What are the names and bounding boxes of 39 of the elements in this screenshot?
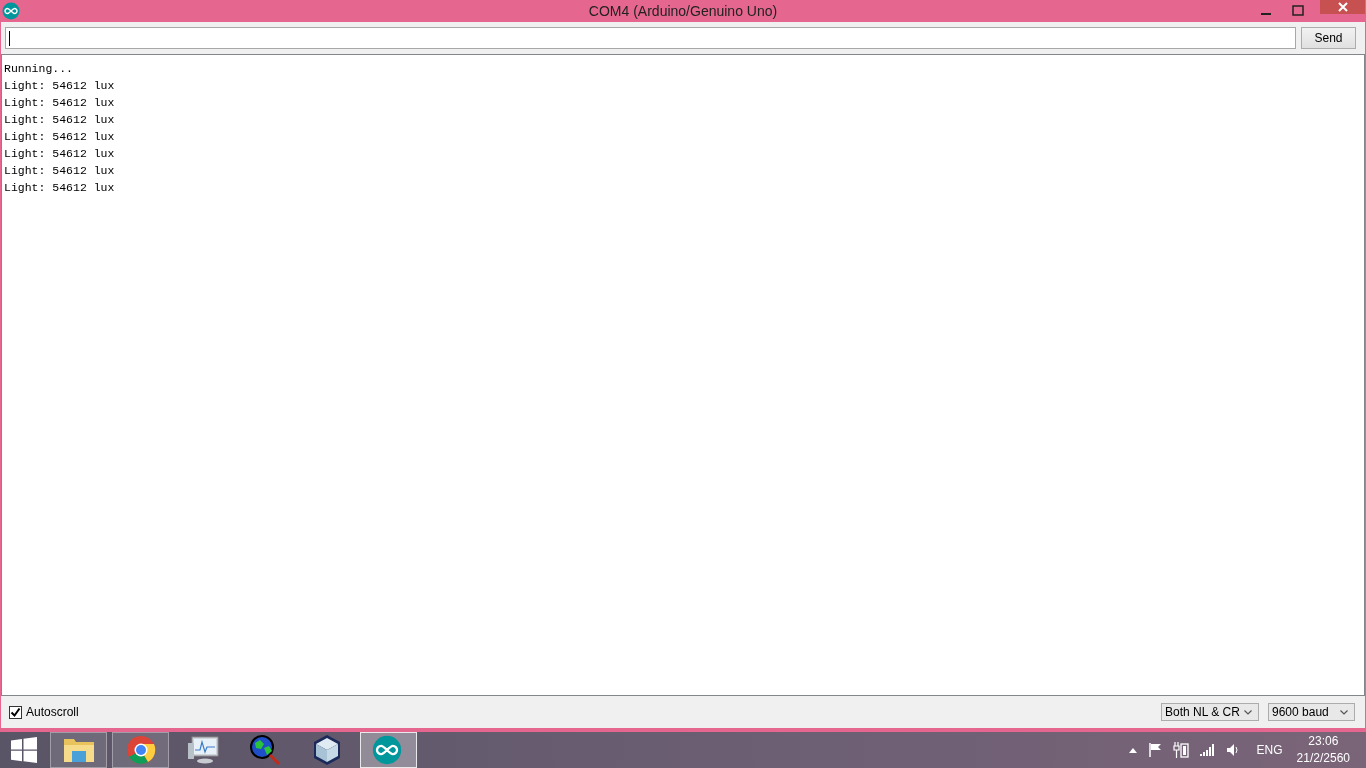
output-line: Light: 54612 lux bbox=[4, 112, 116, 128]
autoscroll-checkbox[interactable] bbox=[9, 705, 22, 719]
send-button[interactable]: Send bbox=[1301, 27, 1356, 49]
output-line: Light: 54612 lux bbox=[4, 95, 116, 111]
globe-magnifier-icon bbox=[248, 734, 281, 766]
battery-plug-icon[interactable] bbox=[1172, 742, 1189, 758]
message-input-field[interactable] bbox=[5, 27, 1296, 49]
folder-icon bbox=[62, 736, 95, 764]
clock-time[interactable]: 23:06 bbox=[1308, 733, 1339, 750]
speaker-icon[interactable] bbox=[1225, 743, 1240, 757]
line-ending-dropdown[interactable]: Both NL & CR bbox=[1161, 703, 1259, 721]
output-line: Light: 54612 lux bbox=[4, 146, 116, 162]
monitor-chart-icon bbox=[186, 735, 219, 765]
close-button[interactable] bbox=[1320, 0, 1365, 14]
output-line: Running... bbox=[4, 61, 74, 77]
browser-icon bbox=[125, 735, 156, 765]
signal-bars-icon[interactable] bbox=[1199, 744, 1215, 756]
clock-date[interactable]: 21/2/2560 bbox=[1296, 750, 1350, 767]
window-title: COM4 (Arduino/Genuino Uno) bbox=[587, 3, 779, 19]
browser-taskbar-button[interactable] bbox=[112, 732, 169, 768]
output-line: Light: 54612 lux bbox=[4, 180, 116, 196]
infinity-logo-icon bbox=[372, 735, 402, 765]
windows-start-icon[interactable] bbox=[11, 737, 37, 763]
chevron-down-icon bbox=[1244, 709, 1252, 715]
baud-rate-dropdown[interactable]: 9600 baud bbox=[1268, 703, 1355, 721]
language-indicator[interactable]: ENG bbox=[1256, 743, 1283, 757]
show-hidden-icons-icon[interactable] bbox=[1128, 747, 1137, 753]
flag-icon[interactable] bbox=[1147, 743, 1162, 757]
maximize-icon[interactable] bbox=[1292, 5, 1304, 17]
infinity-logo-icon bbox=[2, 2, 20, 20]
chevron-down-icon bbox=[1340, 709, 1348, 715]
arduino-taskbar-button[interactable] bbox=[360, 732, 417, 768]
folder-taskbar-button[interactable] bbox=[50, 732, 107, 768]
output-line: Light: 54612 lux bbox=[4, 78, 116, 94]
output-line: Light: 54612 lux bbox=[4, 163, 116, 179]
close-icon bbox=[1337, 2, 1348, 12]
cube-icon bbox=[311, 734, 342, 766]
output-line: Light: 54612 lux bbox=[4, 129, 116, 145]
autoscroll-label: Autoscroll bbox=[26, 705, 79, 719]
